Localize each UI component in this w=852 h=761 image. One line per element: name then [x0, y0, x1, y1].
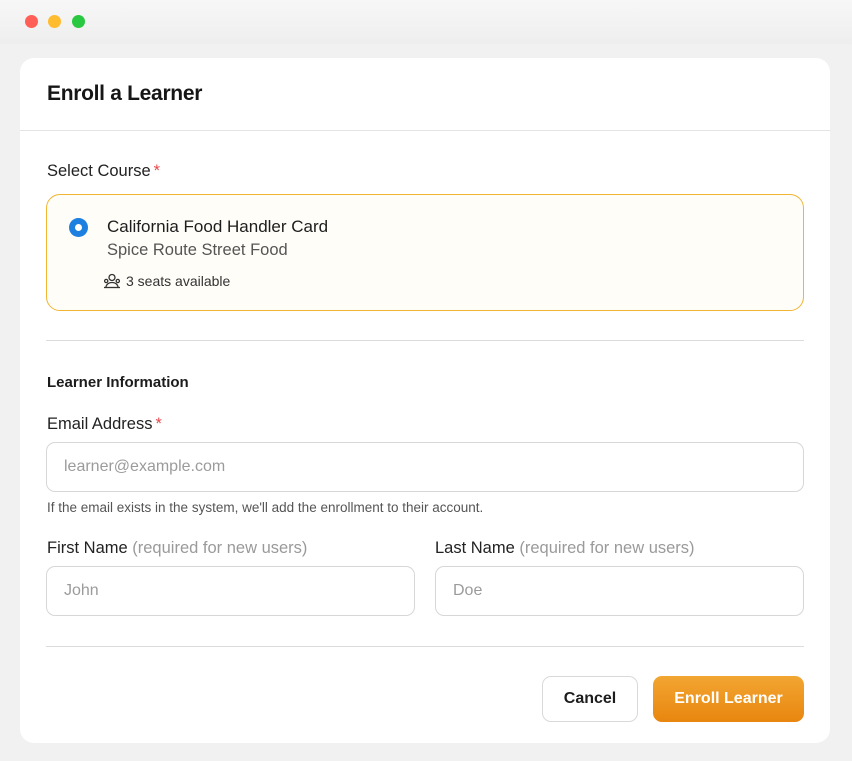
course-vendor: Spice Route Street Food [107, 241, 288, 259]
enroll-dialog: Enroll a Learner Select Course * Californ… [20, 58, 830, 743]
window-titlebar [0, 0, 852, 44]
first-name-label-text: First Name [47, 539, 128, 557]
first-name-label: First Name (required for new users) [47, 539, 307, 558]
seats-available-text: 3 seats available [126, 273, 231, 289]
maximize-window-button[interactable] [72, 15, 85, 28]
course-option-card[interactable]: California Food Handler Card Spice Route… [46, 194, 804, 311]
seats-info: 3 seats available [103, 273, 230, 289]
last-name-label-text: Last Name [435, 539, 515, 557]
minimize-window-button[interactable] [48, 15, 61, 28]
first-name-hint: (required for new users) [132, 539, 308, 557]
close-window-button[interactable] [25, 15, 38, 28]
course-name: California Food Handler Card [107, 217, 329, 236]
enroll-learner-button[interactable]: Enroll Learner [653, 676, 804, 722]
last-name-hint: (required for new users) [519, 539, 695, 557]
last-name-input[interactable] [435, 566, 804, 616]
email-help-text: If the email exists in the system, we'll… [47, 500, 484, 515]
email-input[interactable] [46, 442, 804, 492]
first-name-input[interactable] [46, 566, 415, 616]
course-radio-selected[interactable] [69, 218, 88, 237]
select-course-label: Select Course * [47, 162, 160, 181]
required-marker: * [153, 162, 161, 180]
dialog-header: Enroll a Learner [20, 58, 830, 131]
footer-divider [46, 646, 804, 647]
last-name-label: Last Name (required for new users) [435, 539, 695, 558]
cancel-button[interactable]: Cancel [542, 676, 638, 722]
section-divider [46, 340, 804, 341]
email-label-text: Email Address [47, 415, 153, 433]
select-course-label-text: Select Course [47, 162, 151, 180]
dialog-title: Enroll a Learner [47, 82, 203, 105]
users-icon [103, 273, 121, 289]
learner-information-heading: Learner Information [47, 374, 189, 391]
required-marker: * [155, 415, 162, 433]
email-label: Email Address * [47, 415, 162, 434]
